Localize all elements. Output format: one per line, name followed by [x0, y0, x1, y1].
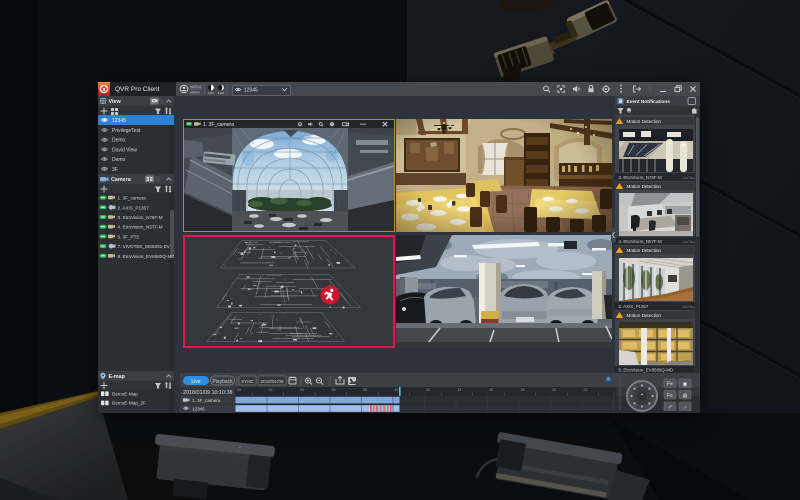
svg-text:3. EtroVision_N76F-M: 3. EtroVision_N76F-M	[619, 175, 662, 180]
svg-text:2018/01/09: 2018/01/09	[260, 379, 283, 384]
svg-text:David View: David View	[112, 147, 137, 153]
svg-text:14: 14	[457, 388, 461, 392]
svg-text:PrivilegeTest: PrivilegeTest	[112, 128, 141, 134]
svg-text:16: 16	[489, 388, 493, 392]
svg-text:Demo: Demo	[112, 138, 126, 144]
svg-text:10: 10	[394, 388, 398, 392]
svg-text:12345: 12345	[112, 118, 126, 124]
svg-text:2. AXIS_P1357: 2. AXIS_P1357	[619, 304, 649, 309]
svg-text:RAM: RAM	[218, 91, 225, 95]
svg-text:Motion Detection: Motion Detection	[627, 184, 662, 189]
svg-text:2. AXIS_P1357: 2. AXIS_P1357	[118, 205, 150, 210]
svg-text:12: 12	[426, 388, 430, 392]
svg-text:1. 3F_camera: 1. 3F_camera	[118, 196, 147, 201]
svg-text:E-map: E-map	[109, 374, 126, 380]
svg-text:5. 3F_PTZ: 5. 3F_PTZ	[118, 234, 140, 239]
svg-text:Motion Detection: Motion Detection	[627, 313, 662, 318]
svg-text:F≡: F≡	[667, 382, 673, 388]
svg-text:22: 22	[583, 388, 587, 392]
svg-text:!: !	[619, 119, 620, 124]
svg-text:08: 08	[363, 388, 367, 392]
svg-text:8. EtroVision_EV8580Q-MD: 8. EtroVision_EV8580Q-MD	[118, 254, 175, 259]
svg-text:Camera: Camera	[111, 177, 132, 183]
svg-text:04: 04	[300, 388, 304, 392]
svg-text:3F: 3F	[112, 167, 118, 173]
svg-text:F≡: F≡	[667, 393, 673, 399]
svg-text:3. EtroVision_N76F-M: 3. EtroVision_N76F-M	[118, 215, 163, 220]
svg-text:NVR42: NVR42	[190, 85, 202, 89]
svg-text:⇗: ⇗	[667, 405, 671, 411]
svg-text:12345: 12345	[192, 406, 205, 411]
svg-text:18: 18	[520, 388, 524, 392]
svg-text:Event Notifications: Event Notifications	[627, 99, 671, 105]
svg-text:DemoE-Map: DemoE-Map	[112, 391, 138, 396]
svg-text:View: View	[109, 99, 122, 105]
svg-text:00: 00	[237, 388, 241, 392]
svg-text:Playback: Playback	[212, 379, 233, 385]
svg-text:1. 3F_camera: 1. 3F_camera	[192, 398, 221, 403]
svg-text:admin: admin	[190, 91, 200, 95]
svg-text:06: 06	[331, 388, 335, 392]
svg-text:4. EtroVision_N57F-M: 4. EtroVision_N57F-M	[118, 225, 163, 230]
svg-text:SYNC: SYNC	[241, 379, 254, 384]
svg-text:DemoE-Map_2F: DemoE-Map_2F	[112, 401, 146, 406]
svg-text:CPU: CPU	[208, 91, 214, 95]
svg-text:5. EtroVision_EV8580Q-MD: 5. EtroVision_EV8580Q-MD	[619, 368, 674, 373]
svg-text:▣: ▣	[682, 382, 687, 388]
svg-text:02: 02	[268, 388, 272, 392]
svg-text:▤: ▤	[682, 393, 687, 399]
svg-text:1. 3F_camera: 1. 3F_camera	[203, 122, 234, 128]
svg-text:4. EtroVision_N57F-M: 4. EtroVision_N57F-M	[619, 239, 662, 244]
svg-text:Motion Detection: Motion Detection	[627, 248, 662, 253]
svg-text:20: 20	[552, 388, 556, 392]
svg-text:12345: 12345	[244, 88, 258, 93]
svg-text:Demo: Demo	[112, 157, 126, 163]
svg-text:7. VIVOTEK_MS8391-EV: 7. VIVOTEK_MS8391-EV	[118, 244, 171, 249]
svg-text:Motion Detection: Motion Detection	[627, 119, 662, 124]
svg-text:Live: Live	[191, 379, 200, 385]
